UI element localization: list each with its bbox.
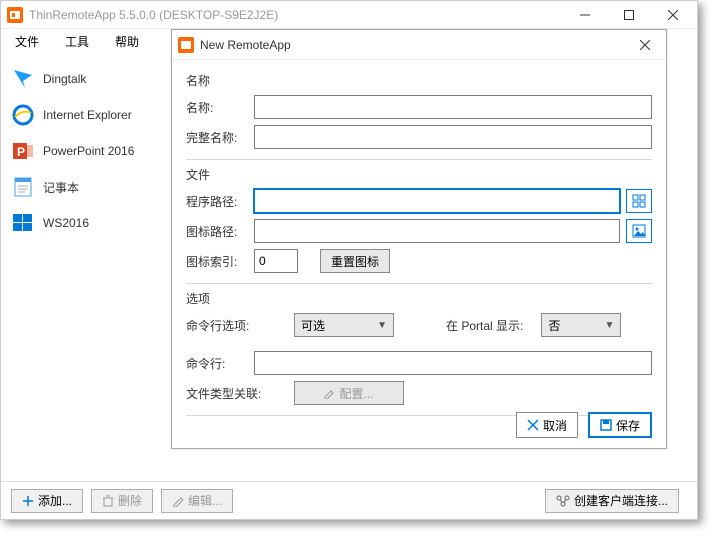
fullname-label: 完整名称: bbox=[186, 129, 248, 146]
dialog-footer: 取消 保存 bbox=[172, 402, 666, 448]
portal-select[interactable]: 否 ▼ bbox=[541, 313, 621, 337]
link-icon bbox=[556, 495, 570, 507]
dialog-body: 名称 名称: 完整名称: 文件 程序路径: 图标路径: bbox=[172, 60, 666, 416]
dingtalk-icon bbox=[11, 67, 35, 91]
save-button[interactable]: 保存 bbox=[588, 412, 652, 438]
cmdline-input[interactable] bbox=[254, 351, 652, 375]
list-item[interactable]: 记事本 bbox=[7, 169, 157, 205]
iconpath-label: 图标路径: bbox=[186, 223, 248, 240]
menu-help[interactable]: 帮助 bbox=[111, 31, 143, 52]
iconindex-label: 图标索引: bbox=[186, 253, 248, 270]
name-input[interactable] bbox=[254, 95, 652, 119]
fullname-input[interactable] bbox=[254, 125, 652, 149]
create-client-button[interactable]: 创建客户端连接... bbox=[545, 489, 679, 513]
chevron-down-icon: ▼ bbox=[604, 320, 614, 331]
cancel-button[interactable]: 取消 bbox=[516, 412, 578, 438]
menu-file[interactable]: 文件 bbox=[11, 31, 43, 52]
window-title: ThinRemoteApp 5.5.0.0 (DESKTOP-S9E2J2E) bbox=[29, 8, 563, 22]
dialog-icon bbox=[178, 37, 194, 53]
browse-icon-button[interactable] bbox=[626, 219, 652, 243]
new-remoteapp-dialog: New RemoteApp 名称 名称: 完整名称: 文件 程序路径: bbox=[171, 29, 667, 449]
icon-path-input[interactable] bbox=[254, 219, 620, 243]
cmdopt-select[interactable]: 可选 ▼ bbox=[294, 313, 394, 337]
edit-button[interactable]: 编辑... bbox=[161, 489, 233, 513]
list-item[interactable]: Internet Explorer bbox=[7, 97, 157, 133]
app-list: Dingtalk Internet Explorer P PowerPoint … bbox=[1, 53, 163, 481]
x-icon bbox=[527, 419, 539, 431]
pencil-icon bbox=[172, 495, 184, 507]
chevron-down-icon: ▼ bbox=[377, 320, 387, 331]
name-label: 名称: bbox=[186, 99, 248, 116]
list-item-label: 记事本 bbox=[43, 179, 79, 196]
list-item[interactable]: P PowerPoint 2016 bbox=[7, 133, 157, 169]
svg-text:P: P bbox=[17, 145, 25, 159]
program-path-input[interactable] bbox=[254, 189, 620, 213]
list-item-label: Internet Explorer bbox=[43, 108, 132, 122]
bottombar: 添加... 删除 编辑... 创建客户端连接... bbox=[1, 481, 697, 519]
list-item-label: Dingtalk bbox=[43, 72, 86, 86]
maximize-button[interactable] bbox=[607, 1, 651, 29]
list-item-label: PowerPoint 2016 bbox=[43, 144, 134, 158]
dialog-title: New RemoteApp bbox=[200, 38, 630, 52]
image-icon bbox=[632, 224, 646, 238]
icon-index-input[interactable] bbox=[254, 249, 298, 273]
window-controls bbox=[563, 1, 695, 29]
reset-icon-button[interactable]: 重置图标 bbox=[320, 249, 390, 273]
fileassoc-label: 文件类型关联: bbox=[186, 385, 268, 402]
group-file-label: 文件 bbox=[186, 166, 652, 183]
progpath-label: 程序路径: bbox=[186, 193, 248, 210]
plus-icon bbox=[22, 495, 34, 507]
dialog-titlebar: New RemoteApp bbox=[172, 30, 666, 60]
windows-icon bbox=[11, 211, 35, 235]
list-item[interactable]: Dingtalk bbox=[7, 61, 157, 97]
portal-label: 在 Portal 显示: bbox=[446, 317, 523, 334]
pencil-icon bbox=[324, 388, 335, 399]
list-item-label: WS2016 bbox=[43, 216, 89, 230]
menu-tools[interactable]: 工具 bbox=[61, 31, 93, 52]
main-window: ThinRemoteApp 5.5.0.0 (DESKTOP-S9E2J2E) … bbox=[0, 0, 698, 520]
save-icon bbox=[600, 419, 612, 431]
cmdopt-label: 命令行选项: bbox=[186, 317, 258, 334]
minimize-button[interactable] bbox=[563, 1, 607, 29]
powerpoint-icon: P bbox=[11, 139, 35, 163]
dialog-close-button[interactable] bbox=[630, 30, 660, 60]
notepad-icon bbox=[11, 175, 35, 199]
browse-program-button[interactable] bbox=[626, 189, 652, 213]
add-button[interactable]: 添加... bbox=[11, 489, 83, 513]
close-button[interactable] bbox=[651, 1, 695, 29]
group-name-label: 名称 bbox=[186, 72, 652, 89]
list-item[interactable]: WS2016 bbox=[7, 205, 157, 241]
grid-icon bbox=[632, 194, 646, 208]
trash-icon bbox=[102, 495, 114, 507]
titlebar: ThinRemoteApp 5.5.0.0 (DESKTOP-S9E2J2E) bbox=[1, 1, 697, 29]
ie-icon bbox=[11, 103, 35, 127]
group-options-label: 选项 bbox=[186, 290, 652, 307]
app-icon bbox=[7, 7, 23, 23]
delete-button[interactable]: 删除 bbox=[91, 489, 153, 513]
cmdline-label: 命令行: bbox=[186, 355, 248, 372]
